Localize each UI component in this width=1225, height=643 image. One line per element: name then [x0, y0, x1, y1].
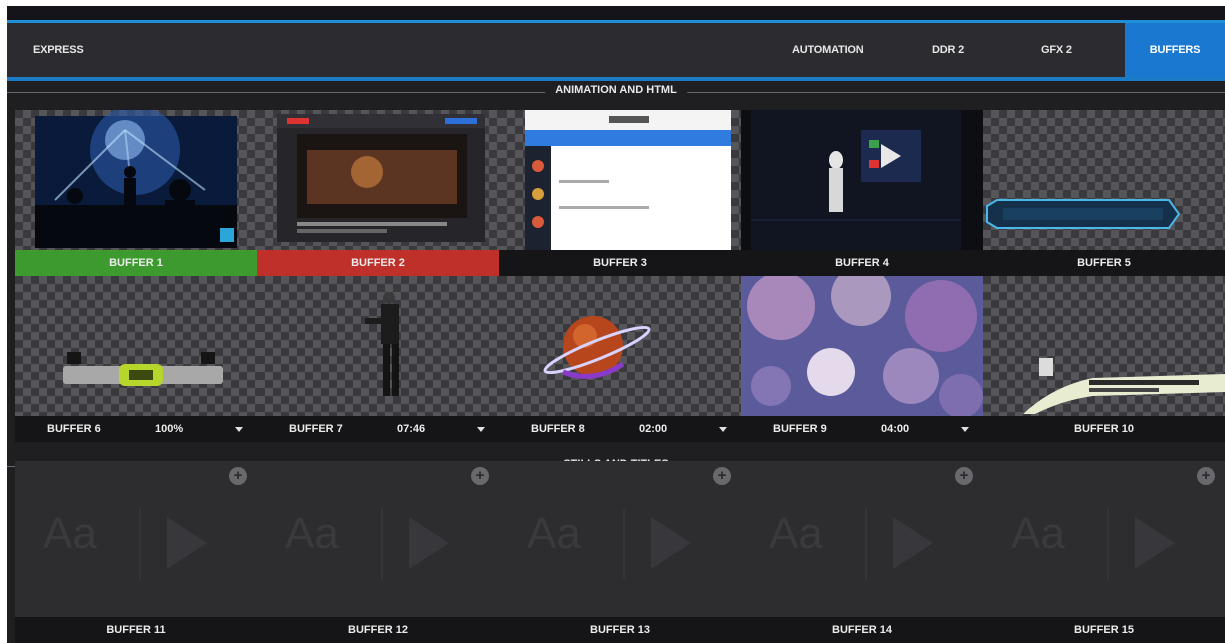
buffer-name: BUFFER 11: [106, 624, 166, 636]
play-icon: [167, 517, 207, 569]
lower-third-thumbnail-image: [986, 199, 1181, 229]
buffer-thumbnail[interactable]: [257, 110, 499, 250]
still-slot[interactable]: Aa +: [499, 461, 741, 617]
concert-thumbnail-image: [35, 110, 237, 248]
buffer-name: BUFFER 8: [531, 423, 585, 435]
buffer-name: BUFFER 2: [351, 257, 405, 269]
play-icon: [409, 517, 449, 569]
chevron-down-icon[interactable]: [477, 427, 485, 432]
still-placeholder-text: Aa: [1011, 509, 1065, 558]
buffer-name: BUFFER 10: [1074, 423, 1134, 435]
buffer-label-bar[interactable]: BUFFER 2: [257, 250, 499, 276]
buffer-value: 100%: [155, 423, 184, 435]
tab-ddr-2[interactable]: DDR 2: [932, 23, 964, 77]
buffer-label-bar[interactable]: BUFFER 1: [15, 250, 257, 276]
scoreboard-thumbnail-image: [63, 352, 223, 386]
chevron-down-icon[interactable]: [719, 427, 727, 432]
still-placeholder-text: Aa: [527, 509, 581, 558]
tab-express[interactable]: EXPRESS: [33, 23, 84, 77]
news-lower-third-thumbnail-image: [1023, 358, 1225, 414]
buffer-label-bar[interactable]: BUFFER 7 07:46: [257, 416, 499, 442]
buffer-name: BUFFER 9: [773, 423, 827, 435]
buffer-name: BUFFER 14: [832, 624, 892, 636]
play-icon: [893, 517, 933, 569]
tab-buffers[interactable]: BUFFERS: [1125, 23, 1225, 77]
add-icon[interactable]: +: [471, 467, 489, 485]
section-header-animation: ANIMATION AND HTML: [7, 81, 1225, 105]
buffer-thumbnail[interactable]: [741, 276, 983, 416]
still-slot[interactable]: Aa +: [257, 461, 499, 617]
buffer-thumbnail[interactable]: [257, 276, 499, 416]
buffer-name: BUFFER 6: [47, 423, 101, 435]
buffer-thumbnail[interactable]: [983, 276, 1225, 416]
still-slot[interactable]: Aa +: [983, 461, 1225, 617]
still-label-bar[interactable]: BUFFER 14: [741, 617, 983, 643]
animation-row-2: BUFFER 6 100% BUFFER 7 07:46 BUFFER 8 02…: [15, 276, 1225, 442]
buffer-label-bar[interactable]: BUFFER 5: [983, 250, 1225, 276]
divider: [865, 509, 867, 579]
buffer-value: 04:00: [881, 423, 910, 435]
still-placeholder-text: Aa: [285, 509, 339, 558]
buffer-label-bar[interactable]: BUFFER 6 100%: [15, 416, 257, 442]
still-slot[interactable]: Aa +: [15, 461, 257, 617]
buffer-name: BUFFER 12: [348, 624, 408, 636]
chevron-down-icon[interactable]: [961, 427, 969, 432]
divider: [381, 509, 383, 579]
add-icon[interactable]: +: [955, 467, 973, 485]
divider: [623, 509, 625, 579]
buffer-name: BUFFER 4: [835, 257, 889, 269]
still-label-bar[interactable]: BUFFER 12: [257, 617, 499, 643]
add-icon[interactable]: +: [713, 467, 731, 485]
buffer-name: BUFFER 7: [289, 423, 343, 435]
buffer-label-bar[interactable]: BUFFER 3: [499, 250, 741, 276]
social-page-thumbnail-image: [525, 110, 731, 250]
stills-row: Aa + BUFFER 11 Aa + BUFFER 12 Aa + BUFFE…: [15, 461, 1225, 643]
animation-row-1: BUFFER 1 BUFFER 2 BUFFER 3 BUFFER 4 BUFF…: [15, 110, 1225, 276]
play-icon: [651, 517, 691, 569]
divider: [139, 509, 141, 579]
virtual-set-thumbnail-image: [741, 110, 983, 250]
buffer-name: BUFFER 3: [593, 257, 647, 269]
buffer-value: 07:46: [397, 423, 426, 435]
buffer-label-bar[interactable]: BUFFER 8 02:00: [499, 416, 741, 442]
tab-automation[interactable]: AUTOMATION: [792, 23, 864, 77]
buffer-value: 02:00: [639, 423, 668, 435]
buffer-thumbnail[interactable]: [983, 110, 1225, 250]
top-strip: [7, 6, 1225, 20]
buffer-thumbnail[interactable]: [499, 276, 741, 416]
still-label-bar[interactable]: BUFFER 13: [499, 617, 741, 643]
buffer-name: BUFFER 5: [1077, 257, 1131, 269]
still-label-bar[interactable]: BUFFER 11: [15, 617, 257, 643]
presenter-thumbnail-image: [365, 292, 399, 396]
buffer-thumbnail[interactable]: [15, 110, 257, 250]
buffer-name: BUFFER 15: [1074, 624, 1134, 636]
buffer-name: BUFFER 13: [590, 624, 650, 636]
buffer-label-bar[interactable]: BUFFER 4: [741, 250, 983, 276]
chevron-down-icon[interactable]: [235, 427, 243, 432]
add-icon[interactable]: +: [229, 467, 247, 485]
buffer-name: BUFFER 1: [109, 257, 163, 269]
buffer-thumbnail[interactable]: [499, 110, 741, 250]
tab-gfx-2[interactable]: GFX 2: [1041, 23, 1072, 77]
add-icon[interactable]: +: [1197, 467, 1215, 485]
buffer-thumbnail[interactable]: [15, 276, 257, 416]
planet-thumbnail-image: [543, 316, 651, 379]
still-slot[interactable]: Aa +: [741, 461, 983, 617]
still-placeholder-text: Aa: [43, 509, 97, 558]
buffer-label-bar[interactable]: BUFFER 10: [983, 416, 1225, 442]
buffer-thumbnail[interactable]: [741, 110, 983, 250]
bokeh-thumbnail-image: [741, 276, 983, 416]
section-title: ANIMATION AND HTML: [545, 84, 687, 96]
still-placeholder-text: Aa: [769, 509, 823, 558]
webpage-thumbnail-image: [277, 114, 485, 242]
still-label-bar[interactable]: BUFFER 15: [983, 617, 1225, 643]
buffers-app: EXPRESS AUTOMATION DDR 2 GFX 2 BUFFERS A…: [7, 6, 1225, 643]
divider: [1107, 509, 1109, 579]
buffer-label-bar[interactable]: BUFFER 9 04:00: [741, 416, 983, 442]
play-icon: [1135, 517, 1175, 569]
